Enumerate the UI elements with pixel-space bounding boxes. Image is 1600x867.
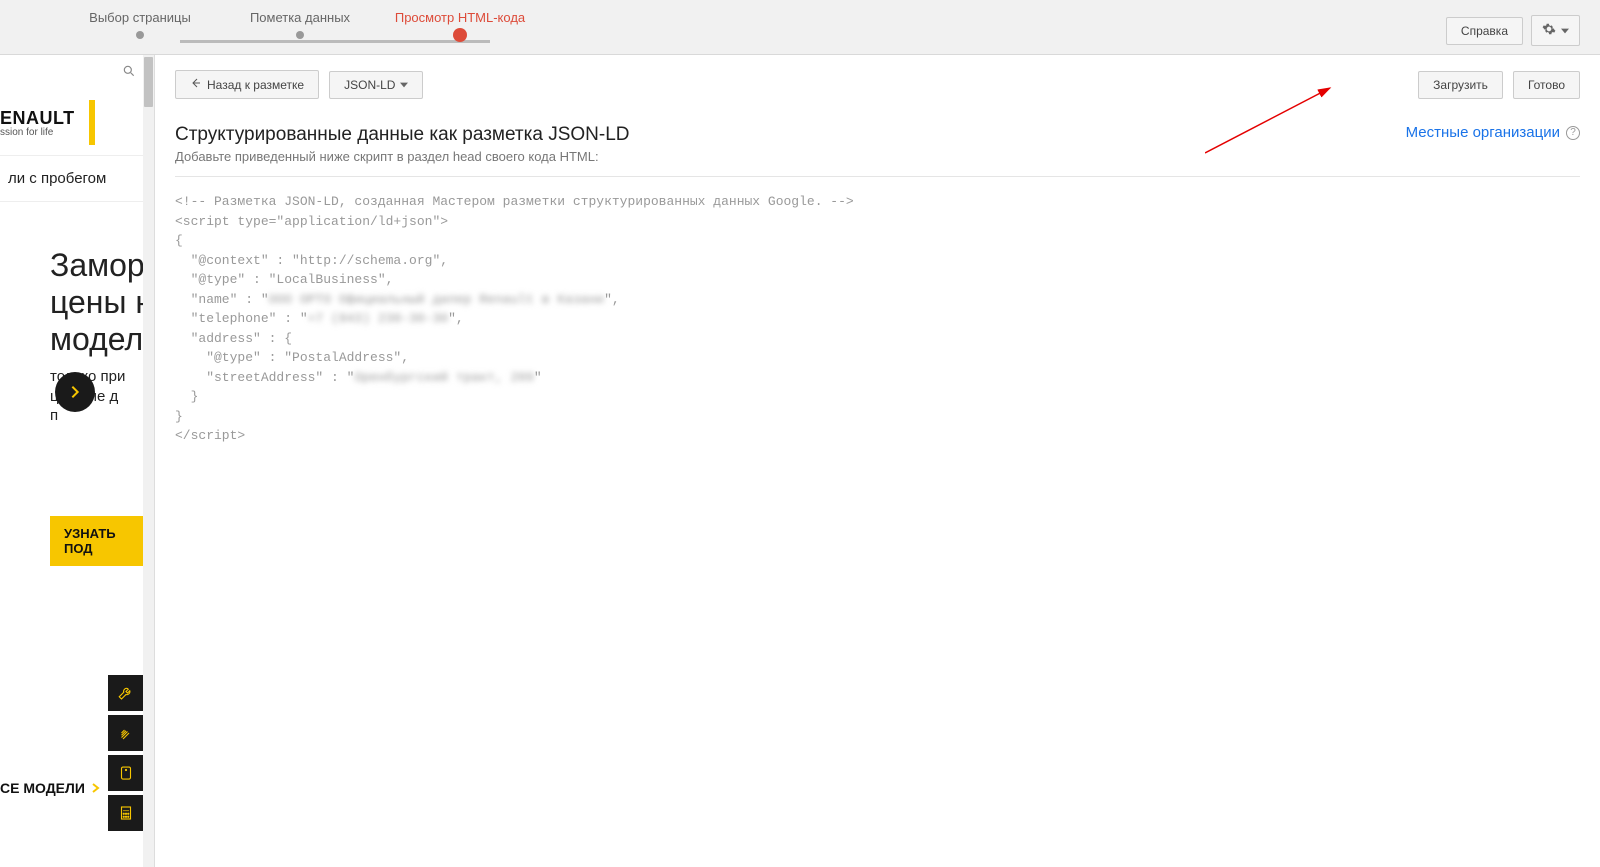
preview-brand: ENAULT ssion for life xyxy=(0,90,154,155)
tag-icon[interactable] xyxy=(108,755,144,791)
step-dot xyxy=(136,31,144,39)
format-dropdown[interactable]: JSON-LD xyxy=(329,71,423,99)
main-area: ENAULT ssion for life ли с пробегом Замо… xyxy=(0,55,1600,867)
download-button-label: Загрузить xyxy=(1433,78,1488,92)
stepper-steps: Выбор страницы Пометка данных Просмотр H… xyxy=(60,10,540,42)
calculator-icon[interactable] xyxy=(108,795,144,831)
preview-hero: Замор цены н модел только при ци руме д … xyxy=(0,227,154,586)
preview-nav-item[interactable]: ли с пробегом xyxy=(0,155,154,202)
format-label: JSON-LD xyxy=(344,78,395,92)
done-button-label: Готово xyxy=(1528,78,1565,92)
preview-search-row xyxy=(0,55,154,90)
chevron-down-icon xyxy=(1561,24,1569,38)
chevron-right-icon xyxy=(91,783,101,793)
step-label: Пометка данных xyxy=(250,10,350,25)
step-2[interactable]: Пометка данных xyxy=(220,10,380,39)
help-button[interactable]: Справка xyxy=(1446,17,1523,45)
chevron-down-icon xyxy=(400,78,408,92)
step-label: Просмотр HTML-кода xyxy=(395,10,525,25)
section-header: Структурированные данные как разметка JS… xyxy=(175,124,1580,177)
gear-icon xyxy=(1542,22,1556,39)
content-pane: Назад к разметке JSON-LD Загрузить Готов… xyxy=(155,55,1600,867)
preview-pane: ENAULT ssion for life ли с пробегом Замо… xyxy=(0,55,155,867)
all-models-link[interactable]: СЕ МОДЕЛИ xyxy=(0,780,101,796)
preview-side-icons xyxy=(108,675,144,835)
local-organizations-link[interactable]: Местные организации xyxy=(1406,124,1560,141)
done-button[interactable]: Готово xyxy=(1513,71,1580,99)
content-toolbar: Назад к разметке JSON-LD Загрузить Готов… xyxy=(175,70,1580,99)
section-header-left: Структурированные данные как разметка JS… xyxy=(175,124,629,164)
code-block: <!-- Разметка JSON-LD, созданная Мастеро… xyxy=(175,177,1580,461)
hero-title: Замор цены н модел xyxy=(50,247,154,357)
top-actions: Справка xyxy=(1446,10,1580,46)
help-icon[interactable]: ? xyxy=(1566,126,1580,140)
step-3[interactable]: Просмотр HTML-кода xyxy=(380,10,540,42)
brand-name: ENAULT xyxy=(0,108,75,129)
arrow-left-icon xyxy=(190,77,202,92)
step-dot xyxy=(453,28,467,42)
brand-accent-bar xyxy=(89,100,95,145)
scroll-thumb[interactable] xyxy=(144,57,153,107)
back-button-label: Назад к разметке xyxy=(207,78,304,92)
hand-icon[interactable] xyxy=(108,715,144,751)
section-title: Структурированные данные как разметка JS… xyxy=(175,124,629,146)
stepper-bar: Выбор страницы Пометка данных Просмотр H… xyxy=(0,0,1600,55)
step-label: Выбор страницы xyxy=(89,10,191,25)
preview-scrollbar[interactable] xyxy=(143,55,154,867)
section-header-right: Местные организации ? xyxy=(1406,124,1580,141)
hero-cta-button[interactable]: УЗНАТЬ ПОД xyxy=(50,516,154,566)
help-button-label: Справка xyxy=(1461,24,1508,38)
brand-text-wrap: ENAULT ssion for life xyxy=(0,108,75,138)
step-dot xyxy=(296,31,304,39)
download-button[interactable]: Загрузить xyxy=(1418,71,1503,99)
back-button[interactable]: Назад к разметке xyxy=(175,70,319,99)
hero-next-arrow[interactable] xyxy=(55,372,95,412)
step-1[interactable]: Выбор страницы xyxy=(60,10,220,39)
section-subtitle: Добавьте приведенный ниже скрипт в разде… xyxy=(175,149,629,164)
search-icon[interactable] xyxy=(122,64,136,81)
all-models-label: СЕ МОДЕЛИ xyxy=(0,780,85,796)
settings-button[interactable] xyxy=(1531,15,1580,46)
wrench-icon[interactable] xyxy=(108,675,144,711)
